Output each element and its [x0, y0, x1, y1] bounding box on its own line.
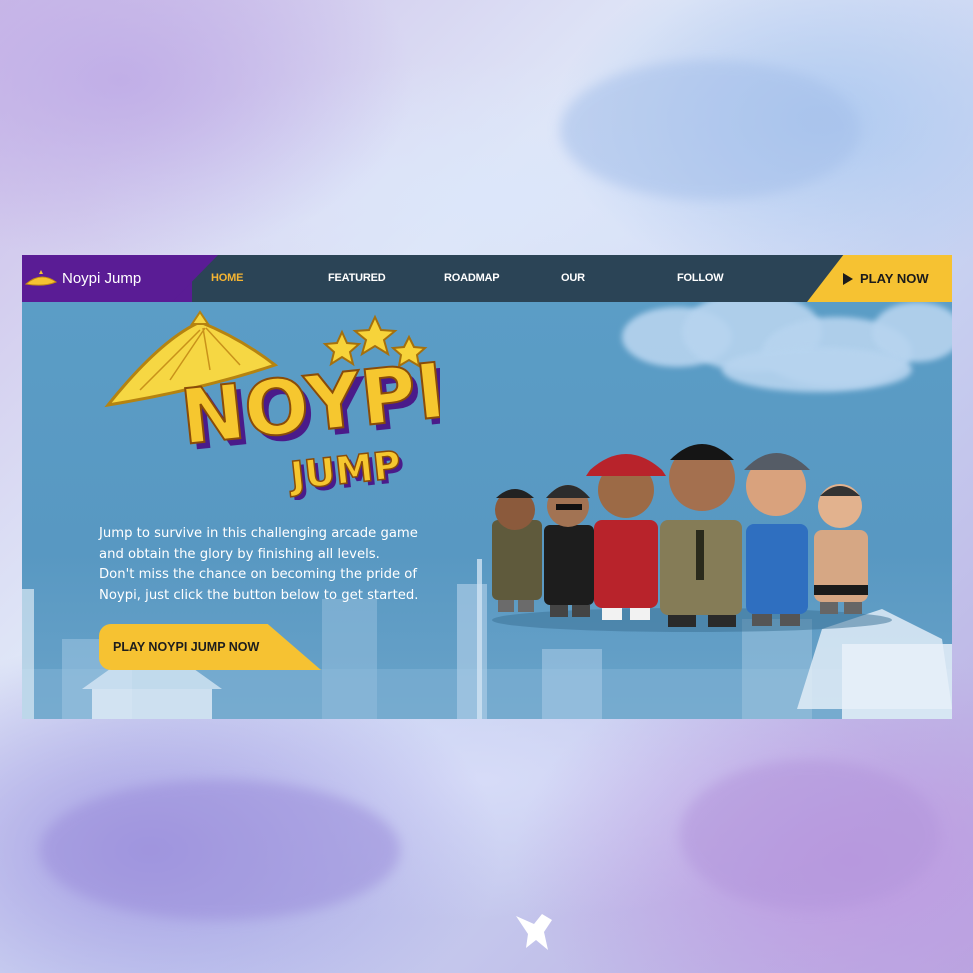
play-now-label: PLAY NOW: [860, 271, 929, 286]
navbar: Noypi Jump HOME FEATURED ROADMAP OUR TEA…: [22, 255, 952, 331]
background-splash: [680, 760, 940, 910]
hero-description: Jump to survive in this challenging arca…: [99, 524, 459, 606]
cta-label: PLAY NOYPI JUMP NOW: [113, 640, 260, 654]
background-splash: [40, 780, 400, 920]
cloud-decoration: [722, 347, 912, 392]
nav-home[interactable]: HOME: [211, 255, 243, 302]
nav-roadmap[interactable]: ROADMAP: [444, 255, 500, 302]
character-6: [814, 484, 868, 614]
website-screenshot: Noypi Jump HOME FEATURED ROADMAP OUR TEA…: [22, 255, 952, 719]
description-line: Don't miss the chance on becoming the pr…: [99, 567, 417, 583]
character-2: [544, 485, 594, 617]
brand-link[interactable]: Noypi Jump: [22, 255, 141, 302]
characters-illustration: [492, 444, 892, 632]
play-now-button[interactable]: PLAY NOW: [807, 255, 952, 302]
nav-follow-us[interactable]: FOLLOW US: [677, 255, 724, 331]
background-splash: [560, 60, 860, 200]
noypi-jump-logo: NOYPI NOYPI JUMP JUMP: [104, 310, 440, 500]
description-line: and obtain the glory by finishing all le…: [99, 546, 380, 562]
character-4: [660, 444, 742, 627]
character-5: [744, 453, 810, 626]
nav-featured[interactable]: FEATURED: [328, 255, 386, 302]
nav-our-team[interactable]: OUR TEAM: [561, 255, 592, 331]
character-3: [586, 454, 666, 620]
play-icon: [843, 272, 853, 285]
hero-section: NOYPI NOYPI JUMP JUMP Jump to survive in…: [22, 302, 952, 719]
description-line: Jump to survive in this challenging arca…: [99, 526, 418, 541]
brand-name: Noypi Jump: [62, 270, 142, 287]
bird-icon: [516, 914, 552, 950]
salakot-hat-icon: [24, 269, 58, 286]
character-1: [492, 489, 542, 612]
description-line: Noypi, just click the button below to ge…: [99, 587, 419, 603]
